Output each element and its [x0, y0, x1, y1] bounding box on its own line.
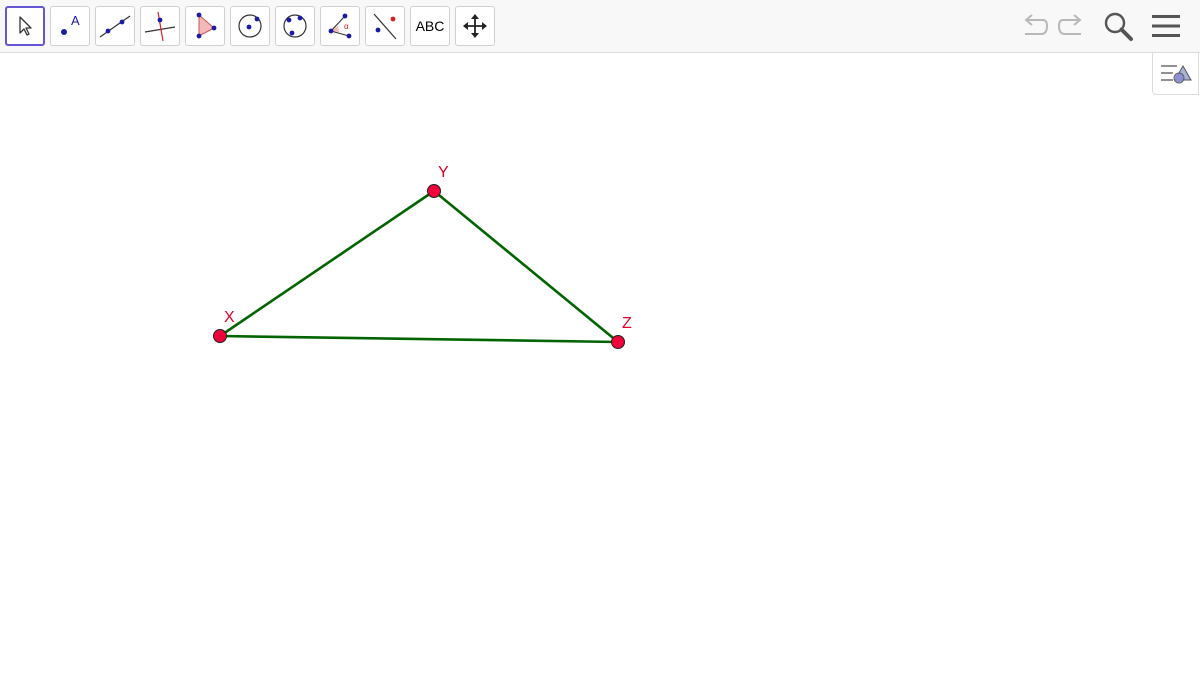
undo-button[interactable] — [1016, 8, 1052, 44]
geogebra-app: A α ABC X Y Z — [0, 0, 1200, 700]
point-x-label: X — [224, 309, 235, 326]
angle-icon: α — [328, 13, 352, 39]
redo-icon — [1057, 14, 1082, 35]
point-tool-button[interactable]: A — [50, 6, 90, 46]
undo-icon — [1024, 14, 1049, 35]
point-tool-label: A — [71, 13, 80, 28]
line-icon — [99, 15, 131, 38]
search-button[interactable] — [1100, 8, 1136, 44]
graphics-view[interactable]: X Y Z — [0, 53, 1200, 700]
polygon-tool-button[interactable] — [185, 6, 225, 46]
text-tool-button[interactable]: ABC — [410, 6, 450, 46]
main-menu-button[interactable] — [1148, 8, 1184, 44]
polygon-icon — [196, 12, 217, 39]
search-icon — [1104, 12, 1133, 41]
move-view-tool-button[interactable] — [455, 6, 495, 46]
point-z-label: Z — [622, 315, 632, 332]
point-z[interactable] — [611, 335, 625, 349]
circle-tool-button[interactable] — [230, 6, 270, 46]
move-graphics-view-icon — [463, 14, 487, 38]
circle-three-points-icon — [283, 14, 307, 38]
menu-icon — [1152, 15, 1180, 37]
circle-three-points-tool-button[interactable] — [275, 6, 315, 46]
perpendicular-tool-button[interactable] — [140, 6, 180, 46]
segment-xy[interactable] — [219, 189, 435, 338]
segment-yz[interactable] — [433, 189, 619, 344]
graphics-canvas[interactable]: X Y Z — [0, 53, 1200, 700]
angle-tool-button[interactable]: α — [320, 6, 360, 46]
perpendicular-line-icon — [144, 11, 176, 42]
circle-center-point-icon — [238, 14, 262, 38]
segment-zx[interactable] — [219, 334, 619, 344]
move-tool-button[interactable] — [5, 6, 45, 46]
angle-tool-label: α — [344, 22, 349, 31]
toolbar: A α ABC — [0, 0, 1200, 53]
point-y-label: Y — [438, 164, 449, 181]
redo-button[interactable] — [1054, 8, 1090, 44]
cursor-arrow-icon — [19, 16, 32, 36]
reflect-about-line-icon — [373, 13, 397, 40]
point-y[interactable] — [427, 184, 441, 198]
point-icon: A — [61, 13, 80, 35]
point-x[interactable] — [213, 329, 227, 343]
text-tool-label: ABC — [415, 18, 445, 34]
reflect-tool-button[interactable] — [365, 6, 405, 46]
line-tool-button[interactable] — [95, 6, 135, 46]
